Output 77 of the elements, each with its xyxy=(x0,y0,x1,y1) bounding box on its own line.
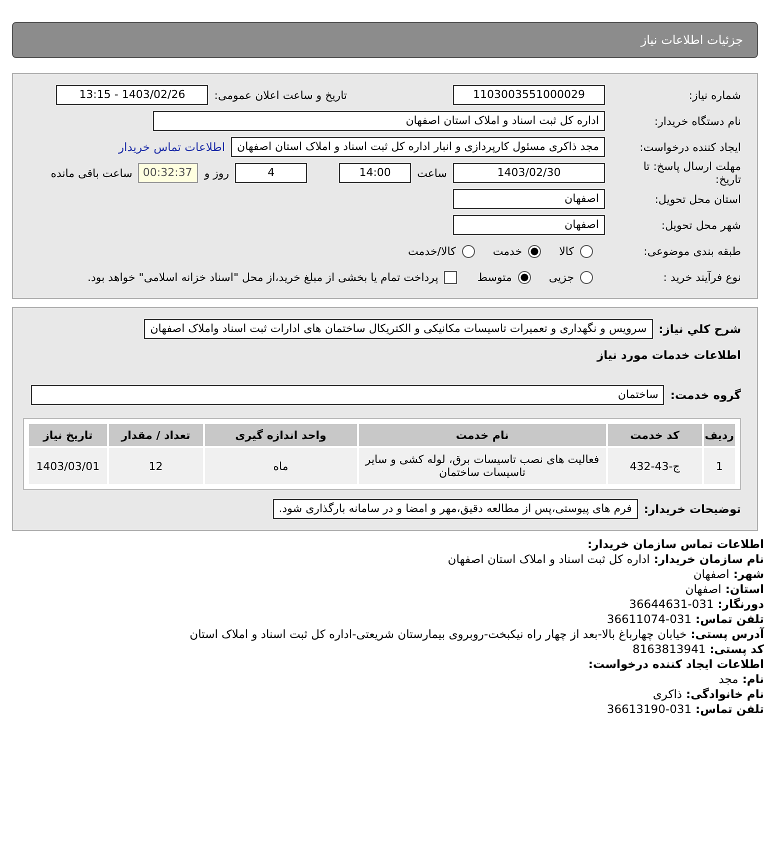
radio-button[interactable] xyxy=(518,270,531,284)
field-label: مهلت ارسال پاسخ: تا تاریخ: xyxy=(642,160,741,186)
contact-value: 8163813941 xyxy=(632,642,706,656)
radio-label: کالا xyxy=(559,244,574,258)
field-label: شرح کلي نياز: xyxy=(658,322,741,336)
remaining-time-field: 00:32:37 xyxy=(138,163,198,183)
contact-value: 031-36613190 xyxy=(606,702,692,716)
field-label: استان محل تحویل: xyxy=(654,192,741,206)
contact-value: اصفهان xyxy=(685,582,722,596)
buyer-notes-field: فرم های پیوستی،پس از مطالعه دقیق،مهر و امضا و در سامانه بارگذاری شود. xyxy=(272,499,638,519)
contact-value: مجد xyxy=(718,672,738,686)
contact-label: آدرس پستی: xyxy=(690,627,764,641)
requester-field: مجد ذاکری مسئول کارپردازی و انبار اداره کل ثبت اسناد و املاک استان اصفهان xyxy=(231,137,605,157)
radio-label: خدمت xyxy=(492,244,522,258)
table-cell: فعالیت های نصب تاسیسات برق، لوله کشی و سایر تاسیسات ساختمان xyxy=(358,448,606,484)
field-label: شهر محل تحویل: xyxy=(660,218,741,232)
table-cell: ماه xyxy=(204,448,357,484)
days-field: 4 xyxy=(235,163,308,183)
field-label: گروه خدمت: xyxy=(670,388,741,402)
contact-value: 031-36644631 xyxy=(629,597,714,611)
contact-label: نام سازمان خریدار: xyxy=(654,552,764,566)
table-cell: ج-43-432 xyxy=(608,448,702,484)
contact-value: ذاکری xyxy=(652,687,682,701)
contact-value: اصفهان xyxy=(693,567,730,581)
field-label: شماره نیاز: xyxy=(688,88,741,102)
contact-value: اداره کل ثبت اسناد و املاک استان اصفهان xyxy=(448,552,650,566)
radio-button[interactable] xyxy=(580,244,593,258)
checkbox-label: پرداخت تمام یا بخشی از مبلغ خرید،از محل "اسناد خزانه اسلامی" خواهد بود. xyxy=(88,270,438,284)
buyer-contact-link[interactable]: اطلاعات تماس خریدار xyxy=(118,140,226,154)
summary-field: سرویس و نگهداری و تعمیرات تاسیسات مکانیکی و الکتریکال ساختمان های ادارات ثبت اسناد واملاک اصفهان xyxy=(144,319,653,339)
header-title: جزئیات اطلاعات نیاز xyxy=(640,33,743,47)
contact-label: نام خانوادگی: xyxy=(686,687,764,701)
radio-button[interactable] xyxy=(580,270,593,284)
column-header: نام خدمت xyxy=(358,424,606,446)
checkbox[interactable] xyxy=(444,270,458,284)
contact-label: کد پستی: xyxy=(710,642,764,656)
column-header: تاریخ نیاز xyxy=(29,424,107,446)
contact-label: تلفن تماس: xyxy=(696,702,764,716)
section-title: اطلاعات خدمات مورد نیاز xyxy=(597,348,741,362)
table-cell: 1 xyxy=(704,448,735,484)
contact-title: اطلاعات تماس سازمان خریدار: xyxy=(586,537,764,552)
radio-label: متوسط xyxy=(477,270,512,284)
need-number-field: 1103003551000029 xyxy=(453,85,605,105)
field-label: طبقه بندی موضوعی: xyxy=(642,244,741,258)
contact-value: 031-36611074 xyxy=(606,612,692,626)
field-label: توضیحات خریدار: xyxy=(644,502,741,516)
column-header: تعداد / مقدار xyxy=(108,424,203,446)
announce-date-field: 1403/02/26 - 13:15 xyxy=(56,85,208,105)
column-header: کد خدمت xyxy=(608,424,702,446)
service-group-field: ساختمان xyxy=(31,385,664,405)
radio-label: جزیی xyxy=(548,270,574,284)
province-field: اصفهان xyxy=(453,189,605,209)
column-header: واحد اندازه گیری xyxy=(204,424,357,446)
contact-label: شهر: xyxy=(733,567,764,581)
field-label: ایجاد کننده درخواست: xyxy=(638,140,741,154)
field-label: تاریخ و ساعت اعلان عمومی: xyxy=(214,88,347,102)
contact-label: استان: xyxy=(725,582,764,596)
city-field: اصفهان xyxy=(453,215,605,235)
contact-label: نام: xyxy=(742,672,764,686)
column-header: ردیف xyxy=(704,424,735,446)
contact-value: خیابان چهارباغ بالا-بعد از چهار راه نیکبخت-روبروی بیمارستان شریعتی-اداره کل ثبت اسناد و املاک استان xyxy=(190,627,687,641)
deadline-date-field: 1403/02/30 xyxy=(453,163,605,183)
time-label: ساعت xyxy=(417,166,447,180)
contact-label: دورنگار: xyxy=(718,597,764,611)
radio-button[interactable] xyxy=(462,244,475,258)
table-cell: 1403/03/01 xyxy=(29,448,107,484)
radio-label: کالا/خدمت xyxy=(408,244,456,258)
buyer-org-field: اداره کل ثبت اسناد و املاک استان اصفهان xyxy=(153,111,605,131)
field-label: نوع فرآیند خرید : xyxy=(662,270,741,284)
radio-button[interactable] xyxy=(528,244,542,258)
creator-title: اطلاعات ایجاد کننده درخواست: xyxy=(587,657,764,672)
field-label: نام دستگاه خریدار: xyxy=(653,114,741,128)
remaining-label: ساعت باقی مانده xyxy=(50,166,132,180)
contact-label: تلفن تماس: xyxy=(696,612,764,626)
table-cell: 12 xyxy=(108,448,203,484)
days-label: روز و xyxy=(204,166,230,180)
deadline-time-field: 14:00 xyxy=(339,163,412,183)
